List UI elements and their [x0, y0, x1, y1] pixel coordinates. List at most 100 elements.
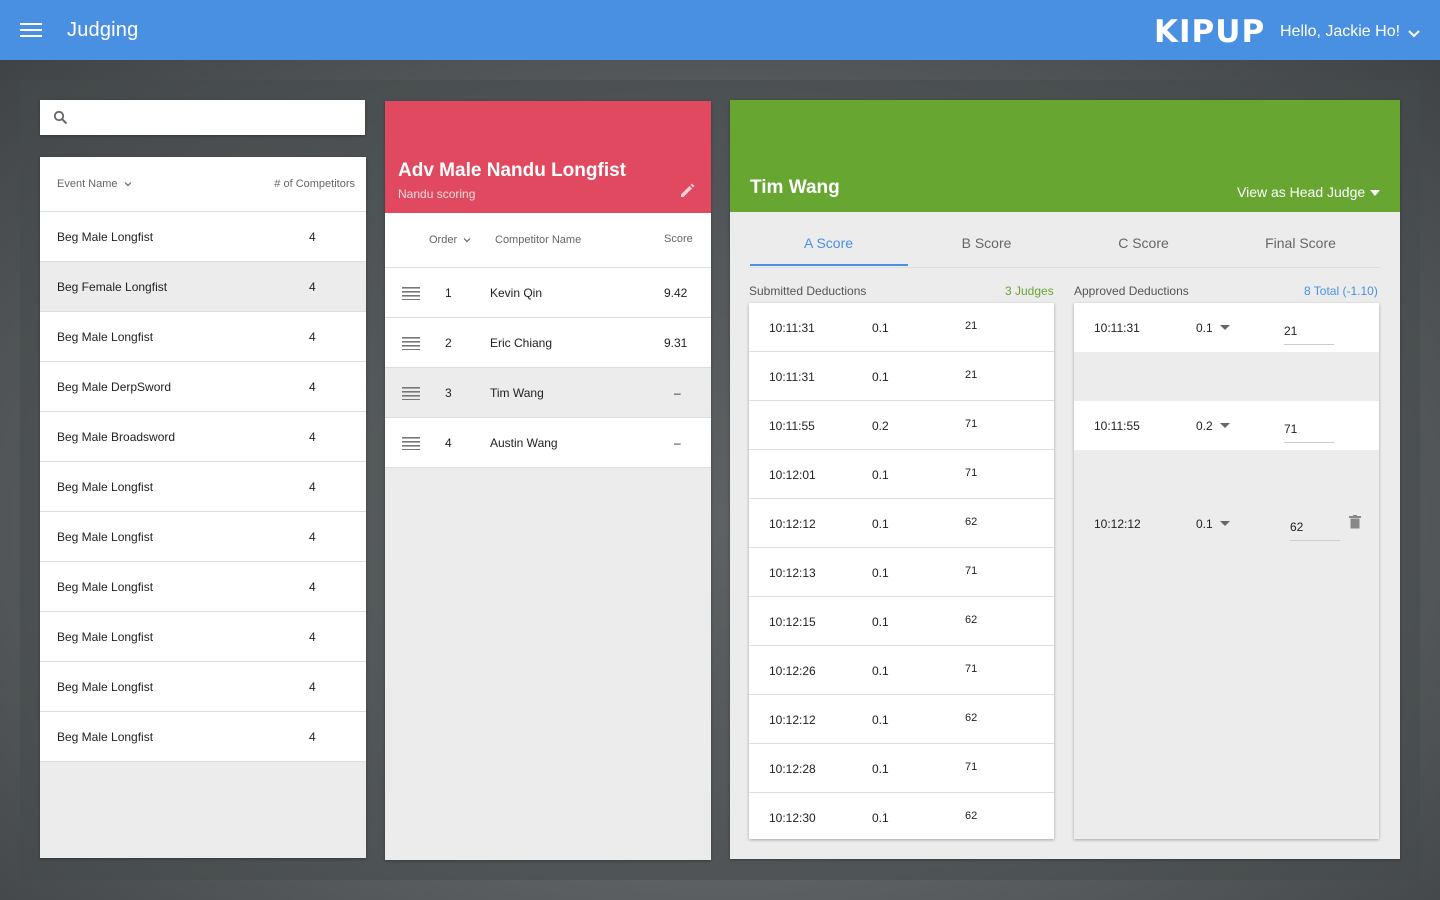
deduction-time: 10:11:55 — [769, 419, 815, 433]
event-row[interactable]: Beg Male Longfist 4 — [40, 612, 366, 662]
user-greeting[interactable]: Hello, Jackie Ho! — [1280, 23, 1400, 41]
event-row[interactable]: Beg Male Broadsword 4 — [40, 412, 366, 462]
page-title: Judging — [67, 19, 139, 41]
deduction-code-field[interactable] — [1284, 317, 1334, 345]
event-name: Beg Female Longfist — [57, 280, 168, 294]
competitor-order: 4 — [445, 436, 452, 450]
event-name: Beg Male Longfist — [57, 630, 154, 644]
tab-final-score[interactable]: Final Score — [1222, 212, 1379, 267]
event-row[interactable]: Beg Male DerpSword 4 — [40, 362, 366, 412]
top-app-bar: Judging KIPUP Hello, Jackie Ho! — [0, 0, 1440, 60]
deduction-value: 0.1 — [872, 321, 889, 335]
trash-icon[interactable] — [1349, 515, 1361, 529]
deduction-value: 0.1 — [872, 811, 889, 825]
deduction-value: 0.1 — [872, 713, 889, 727]
event-row[interactable]: Beg Male Longfist 4 — [40, 212, 366, 262]
submitted-deduction-row: 10:12:28 0.1 71 — [749, 744, 1054, 793]
deduction-value-select[interactable]: 0.1 — [1196, 517, 1213, 531]
deduction-time: 10:12:13 — [769, 566, 816, 580]
tab-a-score[interactable]: A Score — [750, 212, 907, 267]
drag-handle-icon[interactable] — [402, 286, 420, 300]
competitor-count: 4 — [309, 580, 316, 594]
competitor-count: 4 — [309, 530, 316, 544]
event-name: Beg Male Longfist — [57, 730, 154, 744]
deduction-code: 62 — [965, 712, 978, 724]
submitted-deduction-row: 10:11:31 0.1 21 — [749, 352, 1054, 401]
tab-b-score[interactable]: B Score — [908, 212, 1065, 267]
search-icon — [53, 110, 68, 125]
approved-deductions-card: 10:11:31 0.1 10:11:55 0.2 10:12:12 0.1 — [1074, 303, 1379, 839]
order-column-header[interactable]: Order — [429, 234, 471, 246]
submitted-deduction-row: 10:12:30 0.1 62 — [749, 793, 1054, 842]
event-row[interactable]: Beg Male Longfist 4 — [40, 512, 366, 562]
competitor-order: 3 — [445, 386, 452, 400]
empty-deduction-slot — [1074, 450, 1379, 499]
approved-deductions-label: Approved Deductions — [1074, 284, 1189, 298]
competitor-order: 2 — [445, 336, 452, 350]
event-row[interactable]: Beg Male Longfist 4 — [40, 312, 366, 362]
deduction-value: 0.1 — [872, 517, 889, 531]
drag-handle-icon[interactable] — [402, 336, 420, 350]
competitor-count: 4 — [309, 230, 316, 244]
deduction-time: 10:11:31 — [1094, 321, 1140, 335]
hamburger-menu-icon[interactable] — [20, 23, 42, 39]
competitor-row[interactable]: 3 Tim Wang – — [385, 368, 711, 418]
deduction-time: 10:12:30 — [769, 811, 816, 825]
view-mode-dropdown[interactable]: View as Head Judge — [1237, 184, 1365, 200]
event-name-header-label: Event Name — [57, 178, 118, 190]
deduction-code: 71 — [965, 467, 978, 479]
competitor-count: 4 — [309, 380, 316, 394]
submitted-deductions-list: 10:11:31 0.1 21 10:11:31 0.1 21 10:11:55 0.2 71 1… — [749, 303, 1054, 842]
event-row[interactable]: Beg Female Longfist 4 — [40, 262, 366, 312]
deduction-code-field[interactable] — [1284, 415, 1334, 443]
deduction-time: 10:11:31 — [769, 321, 815, 335]
event-name: Beg Male DerpSword — [57, 380, 172, 394]
competitor-score: 9.31 — [664, 336, 688, 350]
tab-c-score[interactable]: C Score — [1065, 212, 1222, 267]
event-name: Beg Male Longfist — [57, 480, 154, 494]
event-search — [40, 100, 365, 135]
deduction-value-select[interactable]: 0.1 — [1196, 321, 1213, 335]
caret-down-icon[interactable] — [1370, 190, 1380, 196]
deduction-time: 10:12:12 — [769, 713, 816, 727]
deduction-time: 10:11:55 — [1094, 419, 1140, 433]
deduction-code: 62 — [965, 516, 978, 528]
competitor-count: 4 — [309, 680, 316, 694]
empty-deduction-slot — [1074, 352, 1379, 401]
deduction-code: 71 — [965, 418, 978, 430]
deduction-code: 71 — [965, 761, 978, 773]
event-name-column-header[interactable]: Event Name — [57, 178, 132, 190]
competitor-score: – — [674, 386, 681, 400]
approved-deduction-row: 10:11:55 0.2 — [1074, 401, 1379, 450]
competitor-row[interactable]: 2 Eric Chiang 9.31 — [385, 318, 711, 368]
drag-handle-icon[interactable] — [402, 436, 420, 450]
event-row[interactable]: Beg Male Longfist 4 — [40, 662, 366, 712]
caret-down-icon[interactable] — [1220, 325, 1230, 330]
pencil-edit-icon[interactable] — [678, 180, 698, 200]
kipup-logo: KIPUP — [1154, 14, 1266, 50]
event-row[interactable]: Beg Male Longfist 4 — [40, 562, 366, 612]
caret-down-icon[interactable] — [1220, 423, 1230, 428]
event-name: Beg Male Broadsword — [57, 430, 176, 444]
events-list-panel: Event Name # of Competitors Beg Male Lon… — [40, 157, 366, 858]
event-row[interactable]: Beg Male Longfist 4 — [40, 712, 366, 762]
competitor-score: – — [674, 436, 681, 450]
event-row[interactable]: Beg Male Longfist 4 — [40, 462, 366, 512]
competitors-list: 1 Kevin Qin 9.42 2 Eric Chiang 9.31 3 Tim Wang –… — [385, 268, 711, 468]
caret-down-icon[interactable] — [1220, 521, 1230, 526]
deduction-code-field[interactable] — [1290, 513, 1340, 541]
deduction-value-select[interactable]: 0.2 — [1196, 419, 1213, 433]
deduction-time: 10:11:31 — [769, 370, 815, 384]
search-input[interactable] — [80, 106, 355, 128]
competitor-row[interactable]: 4 Austin Wang – — [385, 418, 711, 468]
competitor-row[interactable]: 1 Kevin Qin 9.42 — [385, 268, 711, 318]
drag-handle-icon[interactable] — [402, 386, 420, 400]
competitor-count: 4 — [309, 480, 316, 494]
events-table-header: Event Name # of Competitors — [40, 157, 366, 212]
chevron-down-icon[interactable] — [1407, 27, 1421, 41]
competitor-score: 9.42 — [664, 286, 688, 300]
deduction-code: 71 — [965, 663, 978, 675]
deduction-time: 10:12:15 — [769, 615, 816, 629]
deduction-time: 10:12:12 — [1094, 517, 1141, 531]
submitted-deduction-row: 10:12:15 0.1 62 — [749, 597, 1054, 646]
